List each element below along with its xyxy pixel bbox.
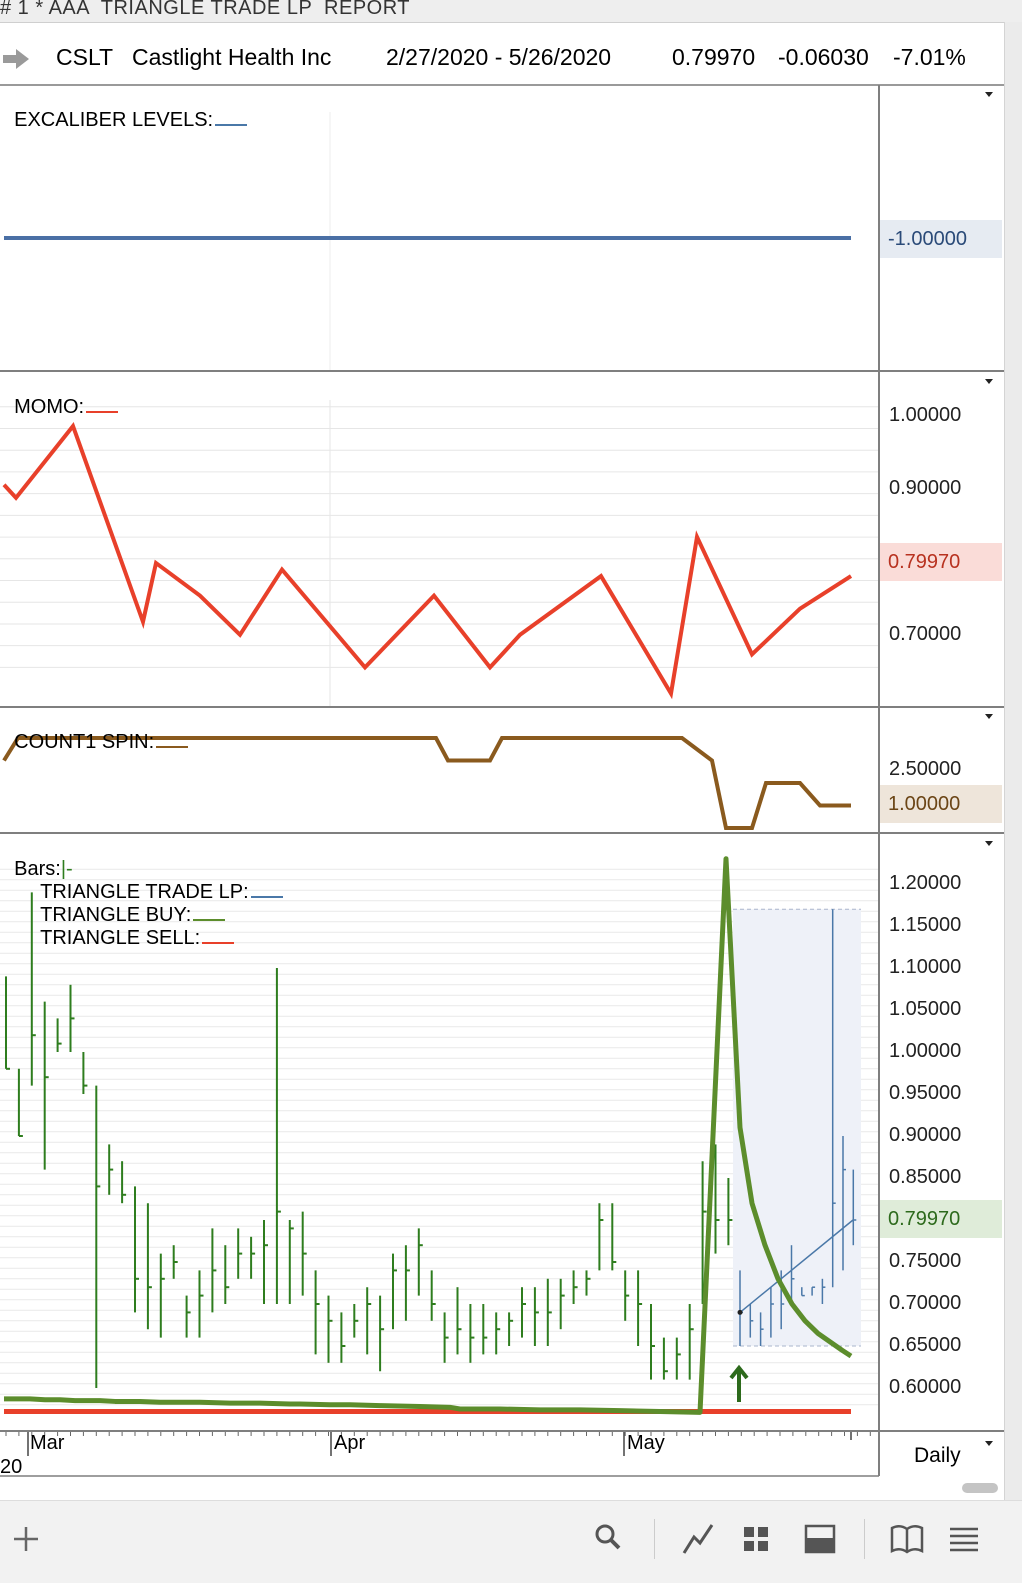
momo-current-box: 0.79970 bbox=[880, 543, 1002, 581]
count-tick: 2.50000 bbox=[889, 758, 962, 780]
price-menu-icon[interactable] bbox=[985, 841, 993, 846]
excaliber-label-text: EXCALIBER LEVELS: bbox=[14, 109, 214, 131]
toolbar-divider bbox=[654, 1519, 655, 1559]
momo-legend-swatch bbox=[86, 411, 119, 413]
count-panel-label: COUNT1 SPIN: bbox=[3, 708, 189, 754]
month-label-apr: Apr bbox=[334, 1432, 366, 1454]
price-tick: 1.20000 bbox=[889, 872, 962, 894]
momo-tick: 1.00000 bbox=[889, 404, 962, 426]
price-current-box: 0.79970 bbox=[880, 1200, 1002, 1238]
excaliber-panel-label: EXCALIBER LEVELS: bbox=[3, 86, 248, 132]
count-legend-swatch bbox=[156, 746, 189, 748]
year-label: 20 bbox=[0, 1456, 23, 1478]
bars-legend-symbol: |- bbox=[60, 858, 73, 880]
triangle-zone bbox=[733, 909, 861, 1346]
sell-label-text: TRIANGLE SELL: bbox=[40, 927, 201, 949]
price-tick: 0.95000 bbox=[889, 1082, 962, 1104]
price-tick: 0.75000 bbox=[889, 1250, 962, 1272]
interval-selector[interactable]: Daily bbox=[914, 1444, 961, 1468]
search-icon[interactable] bbox=[594, 1523, 622, 1551]
momo-tick: 0.90000 bbox=[889, 477, 962, 499]
price-tick: 0.90000 bbox=[889, 1124, 962, 1146]
add-icon[interactable] bbox=[12, 1525, 40, 1553]
excaliber-value-box: -1.00000 bbox=[880, 220, 1002, 258]
book-icon[interactable] bbox=[890, 1524, 924, 1554]
month-label-may: May bbox=[627, 1432, 665, 1454]
count-current-box: 1.00000 bbox=[880, 785, 1002, 823]
tlp-legend-swatch bbox=[250, 896, 283, 898]
buy-label-text: TRIANGLE BUY: bbox=[40, 904, 192, 926]
month-label-mar: Mar bbox=[30, 1432, 65, 1454]
bottom-toolbar bbox=[0, 1500, 1022, 1583]
tlp-label-text: TRIANGLE TRADE LP: bbox=[40, 881, 249, 903]
price-tick: 0.70000 bbox=[889, 1292, 962, 1314]
price-tick: 1.15000 bbox=[889, 914, 962, 936]
momo-menu-icon[interactable] bbox=[985, 379, 993, 384]
price-panel-label: Bars:|- TRIANGLE TRADE LP: TRIANGLE BUY:… bbox=[3, 835, 283, 950]
price-tick: 1.00000 bbox=[889, 1040, 962, 1062]
excaliber-menu-icon[interactable] bbox=[985, 92, 993, 97]
horizontal-scrollbar[interactable] bbox=[962, 1483, 998, 1493]
draw-trendline-icon[interactable] bbox=[682, 1523, 714, 1555]
momo-line bbox=[2, 422, 853, 700]
panel-layout-icon[interactable] bbox=[804, 1524, 836, 1554]
price-tick: 0.85000 bbox=[889, 1166, 962, 1188]
price-tick: 1.10000 bbox=[889, 956, 962, 978]
menu-icon[interactable] bbox=[948, 1526, 980, 1552]
bars-label-text: Bars: bbox=[14, 858, 61, 880]
momo-tick: 0.70000 bbox=[889, 623, 962, 645]
price-tick: 0.65000 bbox=[889, 1334, 962, 1356]
tlp-anchor-point bbox=[737, 1309, 743, 1315]
interval-menu-icon[interactable] bbox=[985, 1441, 993, 1446]
momo-panel-label: MOMO: bbox=[3, 373, 119, 419]
count-label-text: COUNT1 SPIN: bbox=[14, 731, 155, 753]
buy-signal-arrow-icon bbox=[729, 1364, 749, 1402]
excaliber-legend-swatch bbox=[215, 124, 248, 126]
grid-layout-icon[interactable] bbox=[742, 1525, 770, 1553]
buy-legend-swatch bbox=[193, 919, 226, 921]
price-tick: 1.05000 bbox=[889, 998, 962, 1020]
toolbar-divider bbox=[864, 1519, 865, 1559]
count-menu-icon[interactable] bbox=[985, 714, 993, 719]
price-tick: 0.60000 bbox=[889, 1376, 962, 1398]
momo-label-text: MOMO: bbox=[14, 396, 85, 418]
sell-legend-swatch bbox=[202, 942, 235, 944]
